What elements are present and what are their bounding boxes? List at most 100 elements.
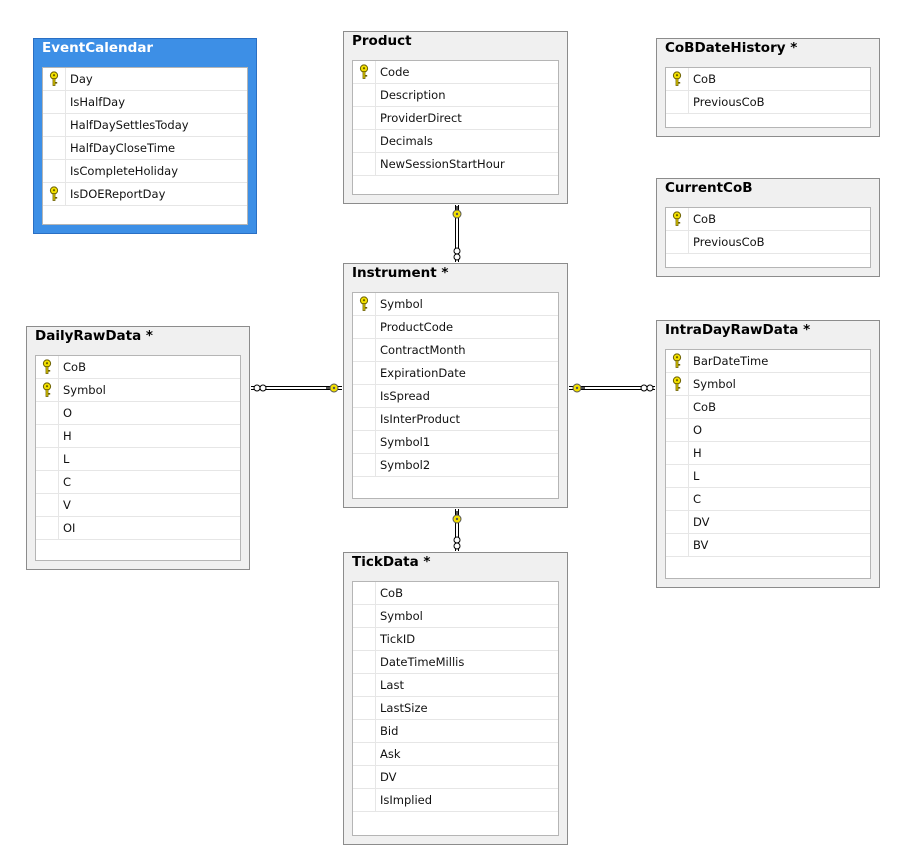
column-row[interactable]: CoB (353, 582, 558, 605)
table-product[interactable]: Product Code Description ProviderDirect Dec… (343, 31, 568, 204)
column-name: Day (70, 72, 93, 86)
column-row[interactable]: Bid (353, 720, 558, 743)
row-gutter (353, 107, 376, 129)
table-instrument[interactable]: Instrument * Symbol ProductCode ContractMo… (343, 263, 568, 508)
row-gutter (353, 316, 376, 338)
column-name: DV (693, 515, 710, 529)
table-intraday-raw-data[interactable]: IntraDayRawData * BarDateTime Symbol CoB O H… (656, 320, 880, 588)
table-title: TickData * (352, 554, 431, 570)
column-row[interactable]: IsImplied (353, 789, 558, 812)
column-row[interactable]: OI (36, 517, 240, 540)
column-row[interactable]: Symbol1 (353, 431, 558, 454)
column-list: CoB PreviousCoB (665, 67, 871, 128)
column-row[interactable]: Symbol (353, 293, 558, 316)
row-gutter (353, 293, 376, 315)
column-row[interactable]: ExpirationDate (353, 362, 558, 385)
column-name: HalfDayCloseTime (70, 141, 176, 155)
row-gutter (353, 408, 376, 430)
column-row[interactable]: IsCompleteHoliday (43, 160, 247, 183)
primary-key-icon (672, 71, 682, 86)
column-row[interactable]: CoB (666, 396, 870, 419)
table-title: CoBDateHistory * (665, 40, 798, 56)
column-row[interactable]: ProductCode (353, 316, 558, 339)
column-row[interactable]: PreviousCoB (666, 231, 870, 254)
many-end-icon (453, 247, 461, 255)
table-tick-data[interactable]: TickData * CoB Symbol TickID DateTimeMillis… (343, 552, 568, 845)
table-title: EventCalendar (42, 40, 154, 56)
column-name: Last (380, 678, 404, 692)
column-row[interactable]: O (36, 402, 240, 425)
column-row[interactable]: C (36, 471, 240, 494)
column-row[interactable]: IsDOEReportDay (43, 183, 247, 206)
column-row[interactable]: TickID (353, 628, 558, 651)
column-row[interactable]: BarDateTime (666, 350, 870, 373)
row-gutter (36, 402, 59, 424)
column-name: Code (380, 65, 410, 79)
column-row[interactable]: LastSize (353, 697, 558, 720)
column-row[interactable]: C (666, 488, 870, 511)
column-row[interactable]: Last (353, 674, 558, 697)
column-row[interactable]: PreviousCoB (666, 91, 870, 114)
column-row[interactable]: L (666, 465, 870, 488)
row-gutter (353, 628, 376, 650)
column-row[interactable]: DV (353, 766, 558, 789)
column-name: L (63, 452, 70, 466)
column-row[interactable]: HalfDaySettlesToday (43, 114, 247, 137)
table-event-calendar[interactable]: EventCalendar Day IsHalfDay HalfDaySettles… (33, 38, 257, 234)
column-row[interactable]: H (36, 425, 240, 448)
column-row[interactable]: Symbol (36, 379, 240, 402)
one-end-key-icon (455, 517, 459, 521)
many-end-icon (253, 384, 261, 392)
column-row[interactable]: NewSessionStartHour (353, 153, 558, 176)
column-row[interactable]: IsHalfDay (43, 91, 247, 114)
column-row[interactable]: CoB (666, 208, 870, 231)
row-gutter (36, 517, 59, 539)
column-row[interactable]: Symbol (666, 373, 870, 396)
column-row[interactable]: O (666, 419, 870, 442)
column-row[interactable]: Ask (353, 743, 558, 766)
column-name: Symbol2 (380, 458, 431, 472)
column-row[interactable]: Symbol (353, 605, 558, 628)
column-name: IsCompleteHoliday (70, 164, 179, 178)
column-row[interactable]: L (36, 448, 240, 471)
column-name: Bid (380, 724, 399, 738)
column-row[interactable]: Symbol2 (353, 454, 558, 477)
column-row[interactable]: HalfDayCloseTime (43, 137, 247, 160)
column-row[interactable]: V (36, 494, 240, 517)
column-name: Symbol1 (380, 435, 431, 449)
table-title: CurrentCoB (665, 180, 753, 196)
column-list: Code Description ProviderDirect Decimals New… (352, 60, 559, 195)
many-end-icon (453, 253, 461, 261)
column-row[interactable]: Decimals (353, 130, 558, 153)
table-current-cob[interactable]: CurrentCoB CoB PreviousCoB (656, 178, 880, 277)
row-gutter (353, 674, 376, 696)
column-name: ExpirationDate (380, 366, 466, 380)
column-row[interactable]: IsSpread (353, 385, 558, 408)
column-row[interactable]: DV (666, 511, 870, 534)
row-gutter (666, 511, 689, 533)
row-gutter (36, 379, 59, 401)
column-row[interactable]: Day (43, 68, 247, 91)
column-row[interactable]: ProviderDirect (353, 107, 558, 130)
column-row[interactable]: BV (666, 534, 870, 557)
column-row[interactable]: H (666, 442, 870, 465)
row-gutter (353, 582, 376, 604)
column-row[interactable]: IsInterProduct (353, 408, 558, 431)
column-row[interactable]: Description (353, 84, 558, 107)
table-title: IntraDayRawData * (665, 322, 811, 338)
column-list: Symbol ProductCode ContractMonth Expiration… (352, 292, 559, 499)
column-row[interactable]: Code (353, 61, 558, 84)
row-gutter (666, 419, 689, 441)
column-row[interactable]: CoB (666, 68, 870, 91)
many-end-icon (646, 384, 654, 392)
column-name: L (693, 469, 700, 483)
one-end-key-icon (575, 386, 579, 390)
column-list: CoB PreviousCoB (665, 207, 871, 268)
column-row[interactable]: CoB (36, 356, 240, 379)
column-row[interactable]: DateTimeMillis (353, 651, 558, 674)
row-gutter (353, 362, 376, 384)
table-cob-date-history[interactable]: CoBDateHistory * CoB PreviousCoB (656, 38, 880, 137)
table-daily-raw-data[interactable]: DailyRawData * CoB Symbol O H L C V OI (26, 326, 250, 570)
column-row[interactable]: ContractMonth (353, 339, 558, 362)
row-gutter (36, 356, 59, 378)
